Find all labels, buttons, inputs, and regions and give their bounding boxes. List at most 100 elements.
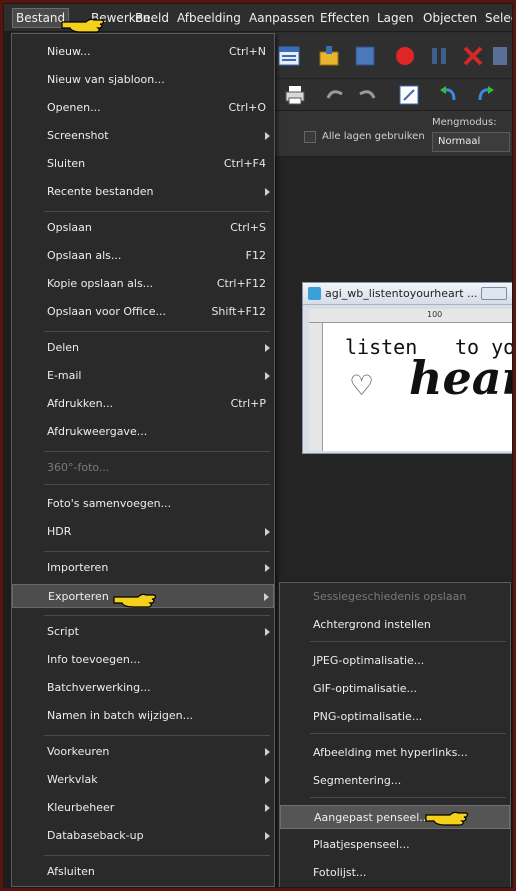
menu-separator bbox=[44, 484, 270, 485]
menu-item-databaseback-up[interactable]: Databaseback-up bbox=[12, 824, 274, 848]
submenu-item-achtergrond-instellen[interactable]: Achtergrond instellen bbox=[280, 613, 510, 637]
menu-item-batchverwerking[interactable]: Batchverwerking... bbox=[12, 676, 274, 700]
menu-item-360-foto: 360°-foto... bbox=[47, 461, 110, 474]
menu-item-fotos-samenvoegen[interactable]: Foto's samenvoegen... bbox=[12, 492, 274, 516]
undo-icon[interactable] bbox=[324, 84, 346, 106]
submenu-item-afbeelding-hyperlinks[interactable]: Afbeelding met hyperlinks... bbox=[280, 741, 510, 765]
menu-item-kleurbeheer[interactable]: Kleurbeheer bbox=[12, 796, 274, 820]
menu-item-opslaan-als[interactable]: Opslaan als... F12 bbox=[12, 244, 274, 268]
menu-afbeelding[interactable]: Afbeelding bbox=[174, 9, 244, 27]
submenu-arrow-icon bbox=[265, 564, 270, 572]
menu-separator bbox=[44, 855, 270, 856]
stop-icon[interactable] bbox=[462, 45, 484, 67]
submenu-arrow-icon bbox=[265, 188, 270, 196]
submenu-separator bbox=[310, 733, 506, 734]
image-text-listen: listen bbox=[345, 335, 418, 359]
bestand-menu: Nieuw... Ctrl+N Nieuw van sjabloon... Ope… bbox=[11, 33, 275, 887]
use-all-layers-checkbox[interactable] bbox=[304, 131, 316, 143]
menu-beeld[interactable]: Beeld bbox=[132, 9, 172, 27]
pointing-hand-icon bbox=[425, 811, 469, 826]
submenu-arrow-icon bbox=[265, 628, 270, 636]
pointing-hand-icon bbox=[61, 18, 105, 33]
menu-separator bbox=[44, 615, 270, 616]
menu-item-info-toevoegen[interactable]: Info toevoegen... bbox=[12, 648, 274, 672]
menu-item-script[interactable]: Script bbox=[12, 620, 274, 644]
menu-separator bbox=[44, 451, 270, 452]
blend-mode-select[interactable]: Normaal bbox=[432, 132, 510, 152]
submenu-arrow-icon bbox=[265, 748, 270, 756]
submenu-item-fotolijst[interactable]: Fotolijst... bbox=[280, 861, 510, 885]
menu-item-afdrukken[interactable]: Afdrukken... Ctrl+P bbox=[12, 392, 274, 416]
vertical-ruler bbox=[309, 323, 323, 451]
menu-item-kopie-opslaan-als[interactable]: Kopie opslaan als... Ctrl+F12 bbox=[12, 272, 274, 296]
menu-separator bbox=[44, 735, 270, 736]
menu-item-voorkeuren[interactable]: Voorkeuren bbox=[12, 740, 274, 764]
submenu-item-jpeg[interactable]: JPEG-optimalisatie... bbox=[280, 649, 510, 673]
save-icon[interactable] bbox=[354, 45, 376, 67]
print-icon[interactable] bbox=[284, 84, 306, 106]
menu-separator bbox=[44, 331, 270, 332]
submenu-item-plaatjespenseel[interactable]: Plaatjespenseel... bbox=[280, 833, 510, 857]
menu-lagen[interactable]: Lagen bbox=[374, 9, 417, 27]
submenu-item-sessiegeschiedenis: Sessiegeschiedenis opslaan bbox=[313, 590, 467, 603]
image-text-heart: hear bbox=[409, 351, 512, 405]
menu-item-screenshot[interactable]: Screenshot bbox=[12, 124, 274, 148]
pause-icon[interactable] bbox=[428, 45, 450, 67]
standard-toolbar bbox=[274, 33, 512, 79]
submenu-arrow-icon bbox=[264, 593, 269, 601]
menu-effecten[interactable]: Effecten bbox=[317, 9, 373, 27]
layout-icon[interactable] bbox=[278, 45, 300, 67]
submenu-item-segmentering[interactable]: Segmentering... bbox=[280, 769, 510, 793]
exporteren-submenu: Sessiegeschiedenis opslaan Achtergrond i… bbox=[279, 582, 511, 887]
submenu-arrow-icon bbox=[265, 804, 270, 812]
submenu-arrow-icon bbox=[265, 344, 270, 352]
submenu-item-png[interactable]: PNG-optimalisatie... bbox=[280, 705, 510, 729]
image-canvas[interactable]: 100 listen to you ♡ hear bbox=[309, 309, 512, 451]
redo-icon[interactable] bbox=[356, 84, 378, 106]
image-window-titlebar[interactable]: agi_wb_listentoyourheart ... bbox=[303, 283, 512, 305]
menu-item-hdr[interactable]: HDR bbox=[12, 520, 274, 544]
edit-toolbar bbox=[274, 79, 512, 111]
menu-selecties[interactable]: Selec bbox=[482, 9, 512, 27]
ruler-mark: 100 bbox=[427, 310, 443, 319]
horizontal-ruler: 100 bbox=[309, 309, 512, 323]
menu-item-sluiten[interactable]: Sluiten Ctrl+F4 bbox=[12, 152, 274, 176]
menu-item-werkvlak[interactable]: Werkvlak bbox=[12, 768, 274, 792]
record-icon[interactable] bbox=[394, 45, 416, 67]
submenu-arrow-icon bbox=[265, 372, 270, 380]
minimize-button[interactable] bbox=[481, 287, 507, 300]
use-all-layers-label: Alle lagen gebruiken bbox=[322, 131, 425, 142]
blend-mode-label: Mengmodus: bbox=[432, 117, 497, 128]
submenu-arrow-icon bbox=[265, 832, 270, 840]
menu-item-nieuw[interactable]: Nieuw... Ctrl+N bbox=[12, 40, 274, 64]
submenu-separator bbox=[310, 641, 506, 642]
menu-objecten[interactable]: Objecten bbox=[420, 9, 480, 27]
menu-item-nieuw-van-sjabloon[interactable]: Nieuw van sjabloon... bbox=[12, 68, 274, 92]
image-window[interactable]: agi_wb_listentoyourheart ... 100 listen … bbox=[302, 282, 512, 454]
menu-item-importeren[interactable]: Importeren bbox=[12, 556, 274, 580]
image-icon bbox=[308, 287, 321, 300]
script-icon[interactable] bbox=[490, 45, 512, 67]
submenu-item-aangepast-penseel[interactable]: Aangepast penseel... bbox=[280, 805, 510, 829]
menu-separator bbox=[44, 551, 270, 552]
menu-item-openen[interactable]: Openen... Ctrl+O bbox=[12, 96, 274, 120]
submenu-item-gif[interactable]: GIF-optimalisatie... bbox=[280, 677, 510, 701]
open-folder-icon[interactable] bbox=[318, 45, 340, 67]
heart-icon: ♡ bbox=[349, 369, 375, 402]
submenu-arrow-icon bbox=[265, 528, 270, 536]
menu-item-email[interactable]: E-mail bbox=[12, 364, 274, 388]
menu-item-afsluiten[interactable]: Afsluiten bbox=[12, 860, 274, 884]
left-tool-strip bbox=[4, 4, 11, 887]
submenu-arrow-icon bbox=[265, 132, 270, 140]
menu-item-namen-in-batch-wijzigen[interactable]: Namen in batch wijzigen... bbox=[12, 704, 274, 728]
rotate-right-icon[interactable] bbox=[474, 84, 496, 106]
image-window-title: agi_wb_listentoyourheart ... bbox=[325, 287, 478, 300]
menu-item-recente-bestanden[interactable]: Recente bestanden bbox=[12, 180, 274, 204]
menu-item-opslaan-voor-office[interactable]: Opslaan voor Office... Shift+F12 bbox=[12, 300, 274, 324]
menu-item-opslaan[interactable]: Opslaan Ctrl+S bbox=[12, 216, 274, 240]
rotate-left-icon[interactable] bbox=[438, 84, 460, 106]
menu-item-afdrukweergave[interactable]: Afdrukweergave... bbox=[12, 420, 274, 444]
menu-item-delen[interactable]: Delen bbox=[12, 336, 274, 360]
menu-aanpassen[interactable]: Aanpassen bbox=[246, 9, 318, 27]
resize-icon[interactable] bbox=[398, 84, 420, 106]
